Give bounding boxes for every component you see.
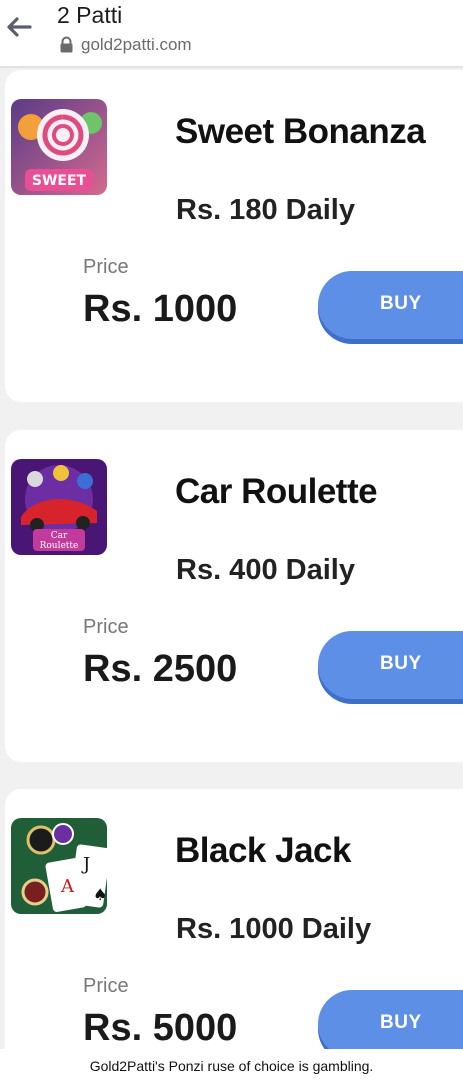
daily-return: Rs. 180 Daily [176, 194, 355, 226]
svg-text:♠: ♠ [93, 885, 107, 904]
product-card: A J ♠ Black Jack Rs. 1000 Daily Price Rs… [5, 789, 463, 1049]
back-arrow-icon[interactable] [4, 12, 34, 42]
product-card: SWEET Sweet Bonanza Rs. 180 Daily Price … [5, 70, 463, 402]
buy-button[interactable]: BUY [318, 271, 463, 339]
svg-text:Car: Car [51, 531, 68, 541]
product-list: SWEET Sweet Bonanza Rs. 180 Daily Price … [0, 68, 463, 1049]
buy-button[interactable]: BUY [318, 990, 463, 1049]
black-jack-game-icon: A J ♠ [11, 818, 107, 914]
price-label: Price [83, 256, 129, 278]
product-name: Sweet Bonanza [175, 112, 426, 151]
buy-button[interactable]: BUY [318, 631, 463, 699]
lock-icon [59, 36, 74, 53]
site-url[interactable]: gold2patti.com [81, 35, 192, 55]
thumb-text: SWEET [32, 173, 87, 189]
sweet-bonanza-game-icon: SWEET [11, 99, 107, 195]
image-caption: Gold2Patti's Ponzi ruse of choice is gam… [0, 1049, 463, 1084]
product-name: Car Roulette [175, 472, 378, 511]
page-title: 2 Patti [57, 2, 123, 28]
price-label: Price [83, 616, 129, 638]
buy-button-label: BUY [380, 293, 422, 314]
product-price: Rs. 2500 [83, 648, 238, 690]
buy-button-label: BUY [380, 653, 422, 674]
product-price: Rs. 1000 [83, 288, 238, 330]
car-roulette-game-icon: Car Roulette [11, 459, 107, 555]
daily-return: Rs. 400 Daily [176, 554, 355, 586]
browser-top-bar: 2 Patti gold2patti.com [0, 0, 463, 68]
daily-return: Rs. 1000 Daily [176, 913, 372, 945]
svg-text:Roulette: Roulette [40, 541, 79, 551]
product-price: Rs. 5000 [83, 1007, 238, 1049]
product-name: Black Jack [175, 831, 351, 870]
buy-button-label: BUY [380, 1012, 422, 1033]
product-card: Car Roulette Car Roulette Rs. 400 Daily … [5, 430, 463, 762]
svg-text:J: J [81, 854, 90, 875]
svg-text:A: A [60, 876, 75, 897]
price-label: Price [83, 975, 129, 997]
